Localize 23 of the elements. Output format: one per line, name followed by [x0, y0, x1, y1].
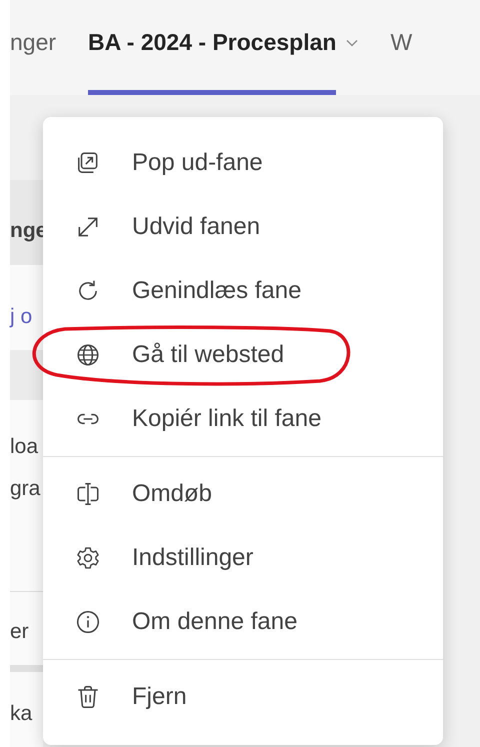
text-fragment: ka	[10, 701, 32, 727]
info-icon	[75, 609, 101, 635]
link-text[interactable]: j o	[10, 303, 32, 331]
menu-item[interactable]: Pop ud-fane	[43, 131, 443, 195]
tab[interactable]: BA - 2024 - Procesplan	[88, 24, 358, 95]
menu-item[interactable]: Udvid fanen	[43, 195, 443, 259]
settings-icon	[75, 545, 101, 571]
text-fragment: er	[10, 619, 29, 645]
text-cursor-icon	[75, 481, 101, 507]
menu-item[interactable]: Gå til websted	[43, 323, 443, 387]
text-fragment: loa	[10, 434, 38, 460]
menu-item[interactable]: Fjern	[43, 665, 443, 729]
chevron-down-icon[interactable]	[346, 39, 358, 47]
menu-item[interactable]: Kopiér link til fane	[43, 387, 443, 451]
tab[interactable]: W	[390, 24, 412, 95]
band-background	[10, 665, 43, 672]
menu-item[interactable]: Om denne fane	[43, 590, 443, 654]
menu-item[interactable]: Omdøb	[43, 462, 443, 526]
menu-item[interactable]: Indstillinger	[43, 526, 443, 590]
menu-item[interactable]: Genindlæs fane	[43, 259, 443, 323]
text-fragment: gra	[10, 476, 40, 502]
tab[interactable]: nger	[10, 24, 56, 95]
globe-icon	[75, 342, 101, 368]
